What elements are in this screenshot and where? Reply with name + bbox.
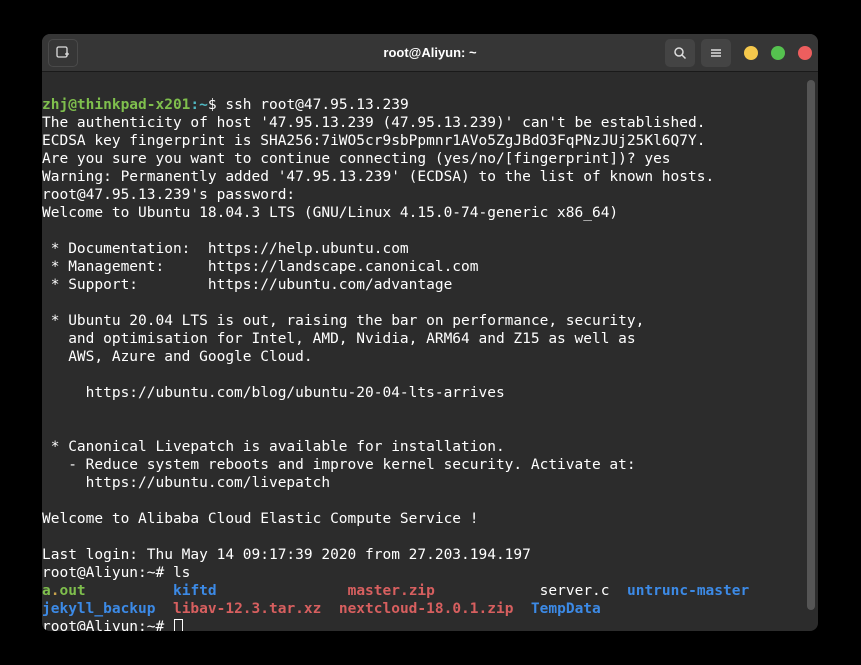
output-line: Warning: Permanently added '47.95.13.239… <box>42 169 714 185</box>
file: server.c <box>540 583 610 599</box>
search-icon <box>673 46 687 60</box>
output-line: https://ubuntu.com/livepatch <box>42 475 330 491</box>
dir: jekyll_backup <box>42 601 156 617</box>
minimize-button[interactable] <box>744 46 758 60</box>
ssh-command: ssh root@47.95.13.239 <box>225 97 408 113</box>
local-path: ~ <box>199 97 208 113</box>
output-line: * Support: https://ubuntu.com/advantage <box>42 277 452 293</box>
local-user-host: zhj@thinkpad-x201 <box>42 97 190 113</box>
output-line: https://ubuntu.com/blog/ubuntu-20-04-lts… <box>42 385 505 401</box>
dir: untrunc-master <box>627 583 749 599</box>
output-line: ECDSA key fingerprint is SHA256:7iWO5cr9… <box>42 133 705 149</box>
search-button[interactable] <box>665 39 695 67</box>
hamburger-icon <box>709 46 723 60</box>
output-line: Last login: Thu May 14 09:17:39 2020 fro… <box>42 547 531 563</box>
prompt-sigil: $ <box>208 97 225 113</box>
output-line: - Reduce system reboots and improve kern… <box>42 457 636 473</box>
terminal-window: root@Aliyun: ~ zhj@thinkpad-x201:~$ ssh … <box>42 34 818 631</box>
prompt-colon: : <box>190 97 199 113</box>
output-line: * Documentation: https://help.ubuntu.com <box>42 241 409 257</box>
output-line: Welcome to Ubuntu 18.04.3 LTS (GNU/Linux… <box>42 205 618 221</box>
output-line: The authenticity of host '47.95.13.239 (… <box>42 115 705 131</box>
close-button[interactable] <box>798 46 812 60</box>
titlebar: root@Aliyun: ~ <box>42 34 818 72</box>
output-line: Welcome to Alibaba Cloud Elastic Compute… <box>42 511 479 527</box>
scrollbar[interactable] <box>807 80 815 610</box>
menu-button[interactable] <box>701 39 731 67</box>
maximize-button[interactable] <box>771 46 785 60</box>
new-tab-button[interactable] <box>48 39 78 67</box>
ls-command: ls <box>173 565 190 581</box>
new-tab-icon <box>55 45 71 61</box>
output-line: * Management: https://landscape.canonica… <box>42 259 479 275</box>
output-line: * Ubuntu 20.04 LTS is out, raising the b… <box>42 313 644 329</box>
output-line: AWS, Azure and Google Cloud. <box>42 349 313 365</box>
archive: libav-12.3.tar.xz <box>173 601 321 617</box>
output-line: Are you sure you want to continue connec… <box>42 151 671 167</box>
output-line: * Canonical Livepatch is available for i… <box>42 439 505 455</box>
dir: TempData <box>531 601 601 617</box>
remote-prompt: root@Aliyun:~# <box>42 565 173 581</box>
dir: kiftd <box>173 583 217 599</box>
archive: nextcloud-18.0.1.zip <box>339 601 514 617</box>
terminal-content[interactable]: zhj@thinkpad-x201:~$ ssh root@47.95.13.2… <box>42 72 818 631</box>
remote-prompt: root@Aliyun:~# <box>42 619 173 631</box>
output-line: root@47.95.13.239's password: <box>42 187 295 203</box>
file-exec: a <box>42 583 51 599</box>
file-exec: out <box>59 583 85 599</box>
cursor <box>174 619 183 631</box>
window-title: root@Aliyun: ~ <box>198 45 662 60</box>
output-line: and optimisation for Intel, AMD, Nvidia,… <box>42 331 636 347</box>
archive: master.zip <box>348 583 435 599</box>
